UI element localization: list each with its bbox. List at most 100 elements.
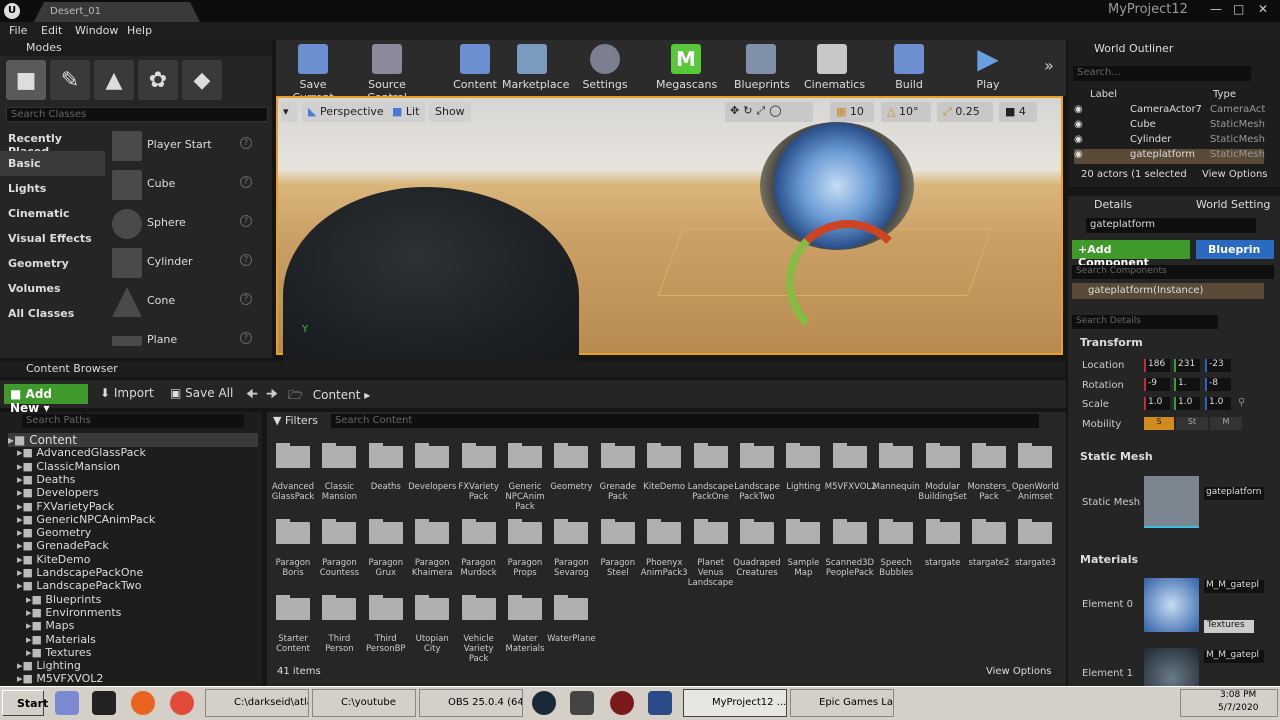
folder-item[interactable] <box>925 519 960 544</box>
outliner-search-input[interactable]: Search... <box>1073 66 1251 81</box>
menu-file[interactable]: File <box>9 24 27 37</box>
task-obs[interactable]: OBS 25.0.4 (64... <box>419 689 523 717</box>
outliner-row[interactable]: ◉ Cube StaticMesh <box>1074 119 1265 134</box>
back-arrow-icon[interactable]: 🠈 <box>246 385 258 407</box>
eye-icon[interactable]: ◉ <box>1074 149 1083 160</box>
settings-button[interactable]: Settings <box>582 44 628 94</box>
category-basic[interactable]: Basic <box>0 151 105 176</box>
save-all-button[interactable]: ▣ Save All <box>170 386 233 400</box>
task-darkseid[interactable]: C:\darkseid\atla... <box>205 689 309 717</box>
tree-folder[interactable]: ▸■ Maps <box>26 619 74 632</box>
play-button[interactable]: ▶ Play <box>966 44 1010 94</box>
filters-button[interactable]: ▼ Filters <box>273 414 318 427</box>
scale-x[interactable]: 1.0 <box>1144 397 1170 410</box>
help-icon[interactable]: ? <box>240 254 252 266</box>
category-recently-placed[interactable]: Recently Placed <box>0 126 105 158</box>
tree-folder[interactable]: ▸■ Environments <box>26 606 121 619</box>
folder-item[interactable] <box>415 519 450 544</box>
tree-folder[interactable]: ▸■ Content <box>8 433 258 447</box>
folder-item[interactable] <box>276 595 310 620</box>
mobility-movable[interactable]: M <box>1210 417 1242 430</box>
mobility-static[interactable]: S <box>1144 417 1174 430</box>
help-icon[interactable]: ? <box>240 137 252 149</box>
cb-view-options[interactable]: View Options <box>986 666 1052 677</box>
folder-item[interactable] <box>368 595 403 620</box>
search-paths-input[interactable]: Search Paths <box>22 414 244 428</box>
search-components-input[interactable]: Search Components <box>1072 265 1274 279</box>
circle-app-icon[interactable] <box>610 691 634 715</box>
geometry-mode-icon[interactable]: ◆ <box>182 60 222 100</box>
folder-item[interactable] <box>832 519 867 544</box>
add-component-button[interactable]: +Add Component <box>1072 240 1190 269</box>
location-y[interactable]: 231 <box>1174 359 1200 372</box>
category-all-classes[interactable]: All Classes <box>0 301 105 326</box>
minimize-icon[interactable]: — <box>1210 2 1222 16</box>
grid-snap-button[interactable]: ▦ 10 <box>830 102 874 122</box>
search-content-input[interactable]: Search Content <box>331 414 1039 428</box>
folder-item[interactable] <box>600 443 635 468</box>
folder-item[interactable] <box>832 443 867 468</box>
folder-item[interactable] <box>415 443 450 468</box>
location-x[interactable]: 186 <box>1144 359 1170 372</box>
start-button[interactable]: Start <box>2 690 48 716</box>
eye-app-icon[interactable] <box>570 691 594 715</box>
search-details-input[interactable]: Search Details <box>1072 315 1218 329</box>
outliner-label-header[interactable]: Label <box>1090 89 1117 100</box>
folder-item[interactable] <box>554 519 589 544</box>
add-new-button[interactable]: ■ Add New ▾ <box>4 384 88 415</box>
folder-item[interactable] <box>786 519 821 544</box>
tree-folder[interactable]: ▸■ Textures <box>26 646 91 659</box>
viewport-options-button[interactable]: ▾ <box>281 102 297 122</box>
material0-dropdown[interactable]: M_M_gatepl <box>1204 580 1264 593</box>
eye-icon[interactable]: ◉ <box>1074 119 1083 130</box>
path-breadcrumb[interactable]: 🗁 Content ▸ <box>288 386 370 407</box>
details-tab[interactable]: Details <box>1094 198 1132 211</box>
category-cinematic[interactable]: Cinematic <box>0 201 105 226</box>
folder-item[interactable] <box>508 595 542 620</box>
instance-row[interactable]: gateplatform(Instance) <box>1072 283 1264 299</box>
content-button[interactable]: Content <box>452 44 498 94</box>
tree-folder[interactable]: ▸■ Deaths <box>17 473 75 486</box>
winrar-icon[interactable] <box>55 691 79 715</box>
outliner-type-header[interactable]: Type <box>1213 89 1236 100</box>
outliner-row[interactable]: ◉ Cylinder StaticMesh <box>1074 134 1265 149</box>
material0-thumbnail[interactable] <box>1144 578 1199 632</box>
outliner-view-options[interactable]: View Options <box>1202 169 1268 180</box>
save-current-button[interactable]: Save Current <box>282 44 344 104</box>
folder-item[interactable] <box>647 443 682 468</box>
tree-folder[interactable]: ▸■ GrenadePack <box>17 539 109 552</box>
tree-folder[interactable]: ▸■ Blueprints <box>26 593 101 606</box>
camera-speed-button[interactable]: ■ 4 <box>999 102 1037 122</box>
menu-help[interactable]: Help <box>127 24 152 37</box>
tree-folder[interactable]: ▸■ Materials <box>26 633 96 646</box>
perspective-button[interactable]: ◣ Perspective <box>302 102 390 122</box>
category-volumes[interactable]: Volumes <box>0 276 105 301</box>
search-classes-input[interactable]: Search Classes <box>6 107 268 122</box>
task-youtube[interactable]: C:\youtube <box>312 689 416 717</box>
help-icon[interactable]: ? <box>240 176 252 188</box>
scale-snap-button[interactable]: ⤢ 0.25 <box>937 102 993 122</box>
folder-item[interactable] <box>972 519 1006 544</box>
static-mesh-header[interactable]: Static Mesh <box>1080 450 1153 463</box>
rotation-y[interactable]: 1. <box>1174 378 1200 391</box>
class-item[interactable]: Sphere? <box>110 205 258 243</box>
folder-item[interactable] <box>925 443 960 468</box>
folder-item[interactable] <box>322 595 357 620</box>
folder-item[interactable] <box>368 519 403 544</box>
megascans-button[interactable]: M Megascans <box>656 44 717 94</box>
folder-item[interactable] <box>1018 443 1053 468</box>
folder-item[interactable] <box>276 519 310 544</box>
material1-dropdown[interactable]: M_M_gatepl <box>1204 650 1264 663</box>
materials-header[interactable]: Materials <box>1080 553 1138 566</box>
lock-icon[interactable]: ⚲ <box>1238 397 1245 408</box>
folder-item[interactable] <box>322 443 357 468</box>
folder-item[interactable] <box>879 443 914 468</box>
tree-folder[interactable]: ▸■ KiteDemo <box>17 553 90 566</box>
place-mode-icon[interactable]: ■ <box>6 60 46 100</box>
category-geometry[interactable]: Geometry <box>0 251 105 276</box>
level-tab[interactable]: Desert_01 <box>34 2 200 22</box>
eye-icon[interactable]: ◉ <box>1074 134 1083 145</box>
task-myproject[interactable]: MyProject12 ... <box>683 689 787 717</box>
world-settings-tab[interactable]: World Setting <box>1196 198 1270 211</box>
scale-z[interactable]: 1.0 <box>1205 397 1231 410</box>
